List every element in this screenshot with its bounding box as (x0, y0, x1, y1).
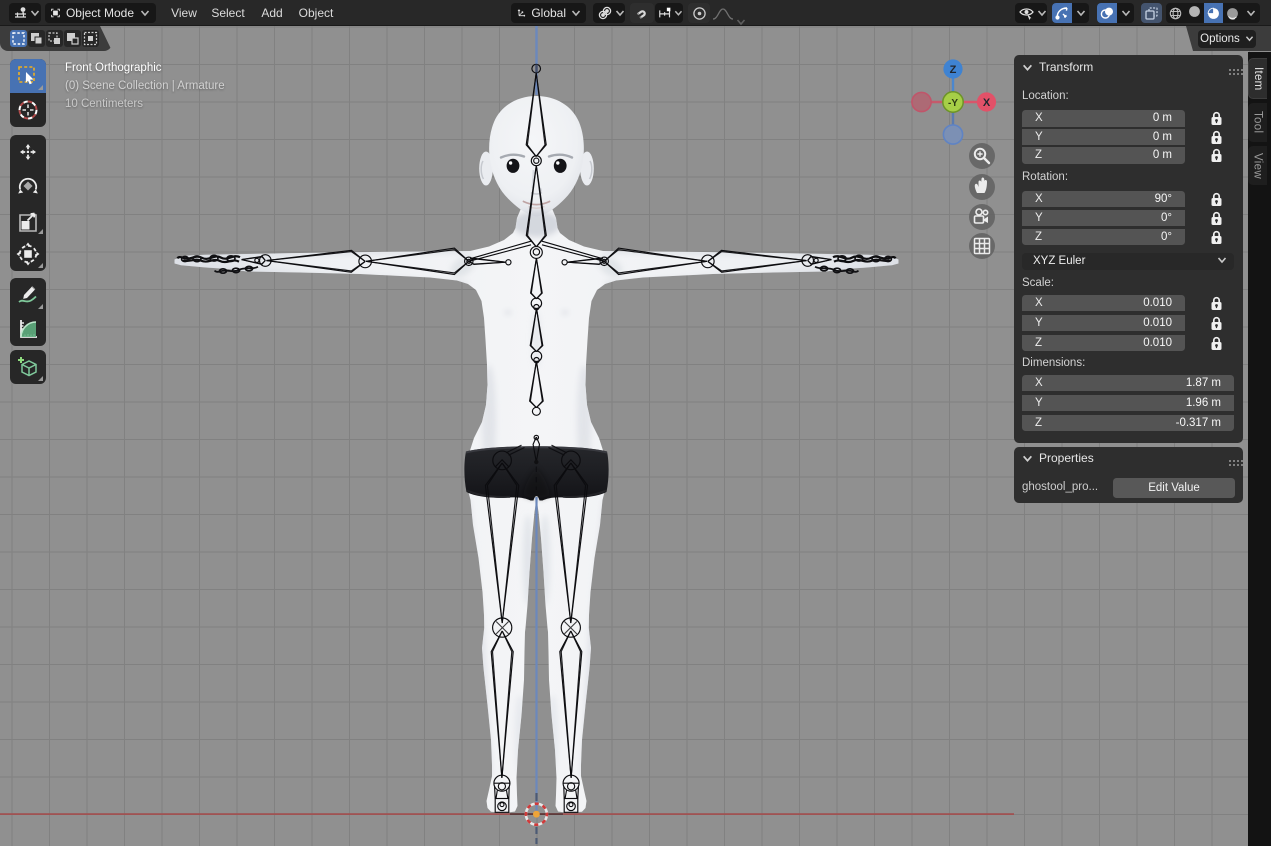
svg-text:Z: Z (950, 64, 957, 76)
svg-text:X: X (983, 97, 991, 109)
svg-text:-Y: -Y (948, 98, 958, 109)
